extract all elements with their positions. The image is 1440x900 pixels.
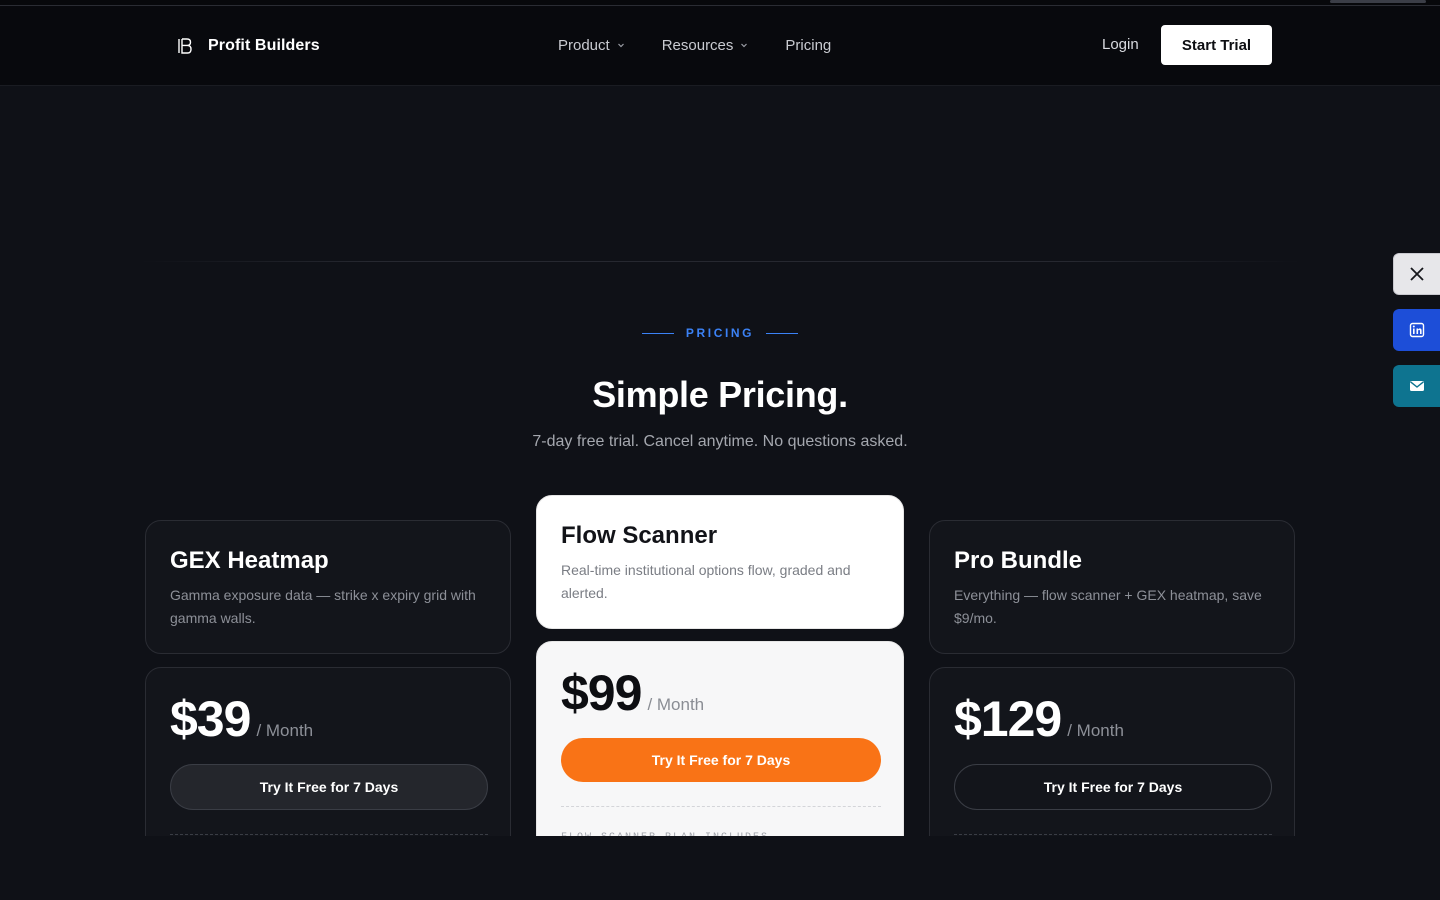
eyebrow-line-left (641, 332, 674, 334)
email-icon (1410, 381, 1424, 391)
plan-name: GEX Heatmap (170, 547, 329, 574)
nav-item-label: Product (558, 36, 610, 54)
plan-price: $39 (170, 691, 251, 747)
price-row: $39 / Month (170, 690, 313, 748)
dashed-divider (954, 834, 1272, 835)
site-header: Profit Builders Product Resources Pricin… (0, 6, 1440, 86)
pricing-eyebrow: PRICING (0, 326, 1440, 340)
pricing-title: Simple Pricing. (592, 374, 848, 415)
plan-description: Gamma exposure data — strike x expiry gr… (170, 587, 476, 626)
try-free-button-flow-scanner[interactable]: Try It Free for 7 Days (561, 738, 881, 782)
login-link[interactable]: Login (1102, 36, 1139, 53)
chevron-down-icon (617, 43, 624, 48)
plan-price: $99 (561, 665, 642, 721)
linkedin-icon (1409, 322, 1425, 338)
scroll-thumb[interactable] (1330, 0, 1426, 3)
plan-price: $129 (954, 691, 1062, 747)
nav-item-label: Resources (661, 36, 734, 54)
share-email-button[interactable] (1393, 365, 1440, 407)
plan-card-flow-scanner-header: Flow Scanner Real-time institutional opt… (536, 495, 904, 629)
plan-period: / Month (256, 721, 314, 740)
plan-card-pro-bundle-header: Pro Bundle Everything — flow scanner + G… (929, 520, 1295, 654)
brand-name: Profit Builders (208, 37, 320, 54)
page-bottom-mask (0, 836, 1440, 900)
pricing-subtitle: 7-day free trial. Cancel anytime. No que… (532, 433, 908, 450)
plan-period: / Month (647, 695, 705, 714)
chevron-down-icon (741, 43, 748, 48)
share-linkedin-button[interactable] (1393, 309, 1440, 351)
dashed-divider (561, 806, 881, 807)
x-icon (1410, 267, 1424, 281)
plan-name: Pro Bundle (954, 547, 1083, 574)
plan-description: Real-time institutional options flow, gr… (561, 562, 851, 601)
start-trial-button[interactable]: Start Trial (1161, 25, 1272, 65)
eyebrow-text: PRICING (685, 326, 755, 340)
price-row: $129 / Month (954, 690, 1124, 748)
share-x-button[interactable] (1393, 253, 1440, 295)
brand-logo-link[interactable]: Profit Builders (176, 34, 320, 58)
nav-item-pricing[interactable]: Pricing (785, 37, 831, 54)
try-free-button-gex-heatmap[interactable]: Try It Free for 7 Days (170, 764, 488, 810)
main-navigation: Product Resources Pricing (558, 34, 831, 56)
plan-card-gex-heatmap-header: GEX Heatmap Gamma exposure data — strike… (145, 520, 511, 654)
section-divider (140, 261, 1300, 262)
try-free-button-pro-bundle[interactable]: Try It Free for 7 Days (954, 764, 1272, 810)
brand-logo-icon (178, 38, 192, 54)
price-row: $99 / Month (561, 664, 704, 722)
plan-description: Everything — flow scanner + GEX heatmap,… (954, 587, 1262, 626)
plan-period: / Month (1067, 721, 1124, 740)
nav-item-resources[interactable]: Resources (662, 37, 750, 54)
nav-item-label: Pricing (785, 36, 832, 54)
dashed-divider (170, 834, 488, 835)
plan-name: Flow Scanner (561, 522, 718, 549)
eyebrow-line-right (766, 332, 799, 334)
nav-item-product[interactable]: Product (558, 37, 626, 54)
